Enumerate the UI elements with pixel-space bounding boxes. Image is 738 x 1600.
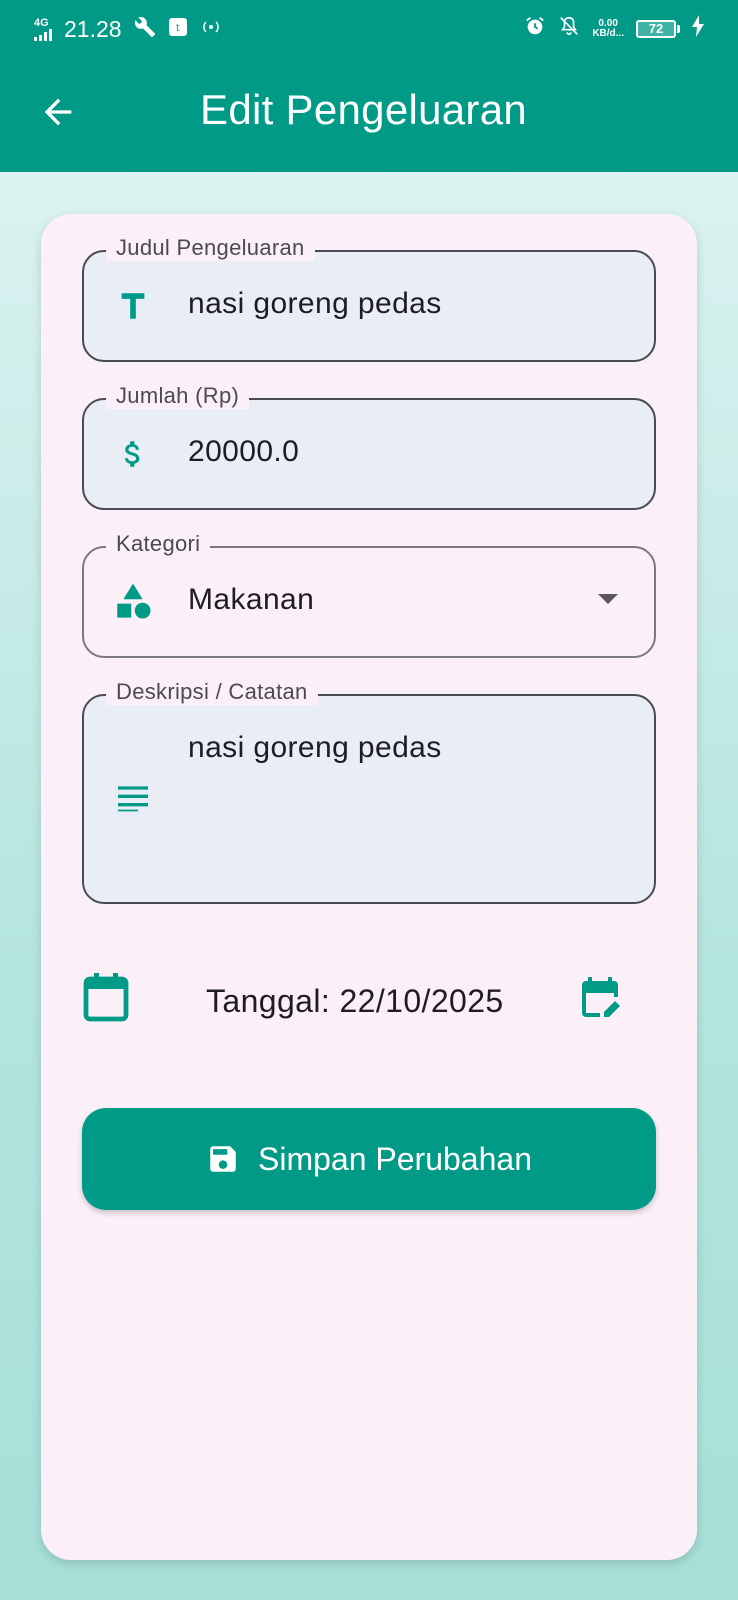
status-left: 4G 21.28 t	[34, 16, 222, 43]
svg-text:t: t	[176, 23, 180, 34]
dollar-icon	[112, 433, 154, 475]
category-shapes-icon	[112, 580, 154, 622]
charging-icon	[692, 15, 704, 43]
edit-calendar-icon	[582, 977, 620, 1017]
calendar-icon	[82, 971, 130, 1028]
battery-level: 72	[636, 20, 676, 38]
category-field-value: Makanan	[188, 583, 315, 616]
battery-icon: 72	[636, 20, 680, 38]
status-bar: 4G 21.28 t 0.00 KB/d... 72	[0, 0, 738, 58]
description-field[interactable]: Deskripsi / Catatan nasi goreng pedas	[82, 679, 656, 904]
category-dropdown[interactable]: Kategori Makanan	[82, 531, 656, 658]
description-field-value[interactable]: nasi goreng pedas	[188, 731, 442, 765]
category-field-label: Kategori	[106, 531, 211, 557]
date-row: Tanggal: 22/10/2025	[82, 971, 656, 1031]
signal-indicator: 4G	[34, 16, 52, 41]
status-time: 21.28	[64, 15, 122, 42]
back-button[interactable]	[34, 88, 82, 136]
notes-icon	[112, 777, 154, 819]
app-notification-icon: t	[168, 17, 188, 42]
title-field[interactable]: Judul Pengeluaran nasi goreng pedas	[82, 235, 656, 362]
notifications-off-icon	[558, 15, 580, 43]
arrow-back-icon	[44, 98, 72, 126]
title-field-value[interactable]: nasi goreng pedas	[188, 287, 442, 321]
description-field-label: Deskripsi / Catatan	[106, 679, 318, 705]
title-field-label: Judul Pengeluaran	[106, 235, 315, 261]
amount-field[interactable]: Jumlah (Rp) 20000.0	[82, 383, 656, 510]
save-icon	[210, 1146, 236, 1172]
amount-field-label: Jumlah (Rp)	[106, 383, 250, 409]
date-text: Tanggal: 22/10/2025	[206, 983, 504, 1019]
app-bar: Edit Pengeluaran	[0, 58, 738, 172]
edit-calendar-button[interactable]	[576, 973, 624, 1026]
page-title: Edit Pengeluaran	[200, 86, 528, 133]
data-speed-unit: KB/d...	[592, 28, 624, 39]
signal-bars-icon	[34, 28, 52, 41]
data-speed: 0.00 KB/d...	[592, 19, 624, 39]
title-icon	[112, 285, 154, 327]
save-button[interactable]: Simpan Perubahan	[82, 1108, 656, 1210]
save-button-label: Simpan Perubahan	[258, 1140, 532, 1177]
tools-icon	[134, 16, 156, 43]
dropdown-arrow-icon	[596, 592, 620, 611]
network-type: 4G	[34, 16, 49, 29]
status-right: 0.00 KB/d... 72	[524, 15, 704, 43]
amount-field-value[interactable]: 20000.0	[188, 435, 299, 469]
alarm-icon	[524, 15, 546, 43]
form-card: Judul Pengeluaran nasi goreng pedas Juml…	[41, 214, 697, 1560]
hotspot-icon	[200, 18, 222, 41]
